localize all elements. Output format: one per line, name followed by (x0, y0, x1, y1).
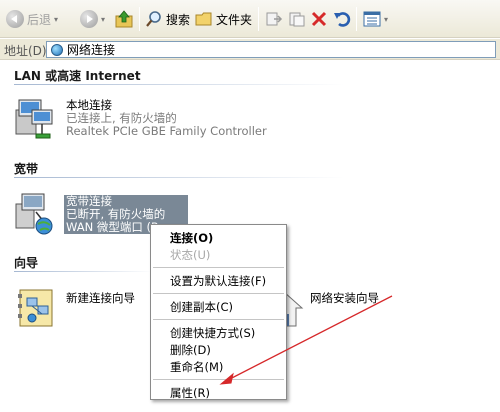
annotation-arrow (219, 295, 393, 385)
